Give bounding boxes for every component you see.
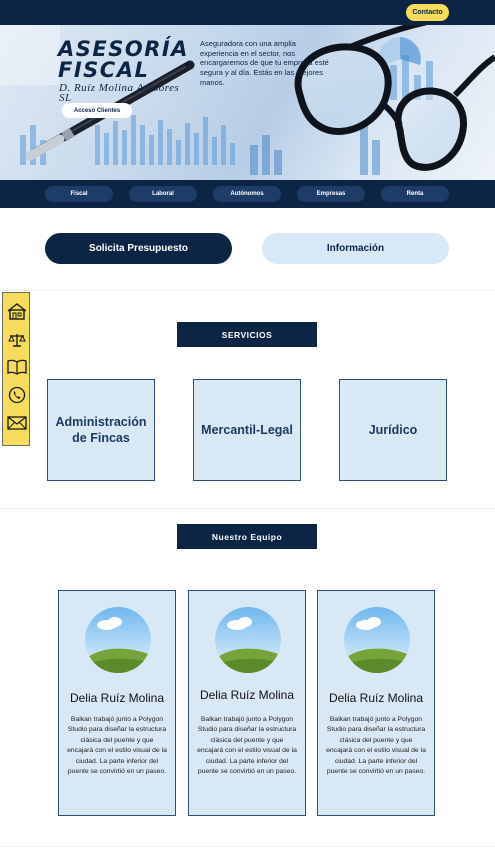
section-divider bbox=[0, 290, 495, 291]
request-quote-button[interactable]: Solicita Presupuesto bbox=[45, 233, 232, 264]
nav-item-fiscal[interactable]: Fiscal bbox=[45, 186, 113, 202]
nav-item-autonomos[interactable]: Autónomos bbox=[213, 186, 281, 202]
service-card-fincas[interactable]: Administración de Fincas bbox=[47, 379, 155, 481]
team-member-name: Delia Ruíz Molina bbox=[199, 688, 295, 702]
avatar bbox=[215, 607, 281, 673]
service-card-juridico[interactable]: Jurídico bbox=[339, 379, 447, 481]
nav-item-laboral[interactable]: Laboral bbox=[129, 186, 197, 202]
services-heading: SERVICIOS bbox=[177, 322, 317, 347]
hero-description: Aseguradora con una amplia experiencia e… bbox=[200, 39, 329, 87]
contact-button[interactable]: Contacto bbox=[406, 4, 449, 21]
client-access-button[interactable]: Acceso Clientes bbox=[62, 103, 132, 118]
team-member-bio: Balkan trabajó junto a Polygon Studio pa… bbox=[326, 716, 426, 776]
side-quick-links bbox=[2, 292, 30, 446]
phone-icon[interactable] bbox=[7, 385, 27, 405]
team-member-card: Delia Ruíz Molina Balkan trabajó junto a… bbox=[188, 590, 306, 816]
section-divider bbox=[0, 508, 495, 509]
home-icon[interactable] bbox=[7, 301, 27, 321]
team-member-name: Delia Ruíz Molina bbox=[328, 691, 424, 705]
book-icon[interactable] bbox=[7, 357, 27, 377]
envelope-icon[interactable] bbox=[7, 413, 27, 433]
team-heading: Nuestro Equipo bbox=[177, 524, 317, 549]
avatar bbox=[85, 607, 151, 673]
hero-subtitle: D. Ruíz Molina Asesores SL bbox=[59, 82, 180, 104]
hero-title: ASESORÍA FISCAL bbox=[58, 37, 189, 82]
main-navigation: Fiscal Laboral Autónomos Empresas Renta bbox=[0, 180, 495, 208]
service-card-mercantil[interactable]: Mercantil-Legal bbox=[193, 379, 301, 481]
team-member-card: Delia Ruíz Molina Balkan trabajó junto a… bbox=[317, 590, 435, 816]
top-bar: Contacto bbox=[0, 0, 495, 25]
nav-item-renta[interactable]: Renta bbox=[381, 186, 449, 202]
service-card-label: Administración de Fincas bbox=[55, 415, 147, 445]
service-card-label: Jurídico bbox=[368, 423, 418, 437]
service-card-label: Mercantil-Legal bbox=[201, 423, 293, 437]
nav-item-empresas[interactable]: Empresas bbox=[297, 186, 365, 202]
team-member-bio: Balkan trabajó junto a Polygon Studio pa… bbox=[67, 716, 167, 776]
section-divider bbox=[0, 846, 495, 847]
scale-icon[interactable] bbox=[7, 330, 27, 350]
team-member-card: Delia Ruíz Molina Balkan trabajó junto a… bbox=[58, 590, 176, 816]
team-member-bio: Balkan trabajó junto a Polygon Studio pa… bbox=[197, 716, 297, 776]
team-member-name: Delia Ruíz Molina bbox=[69, 691, 165, 705]
hero-banner: ASESORÍA FISCAL D. Ruíz Molina Asesores … bbox=[0, 25, 495, 180]
information-button[interactable]: Información bbox=[262, 233, 449, 264]
avatar bbox=[344, 607, 410, 673]
